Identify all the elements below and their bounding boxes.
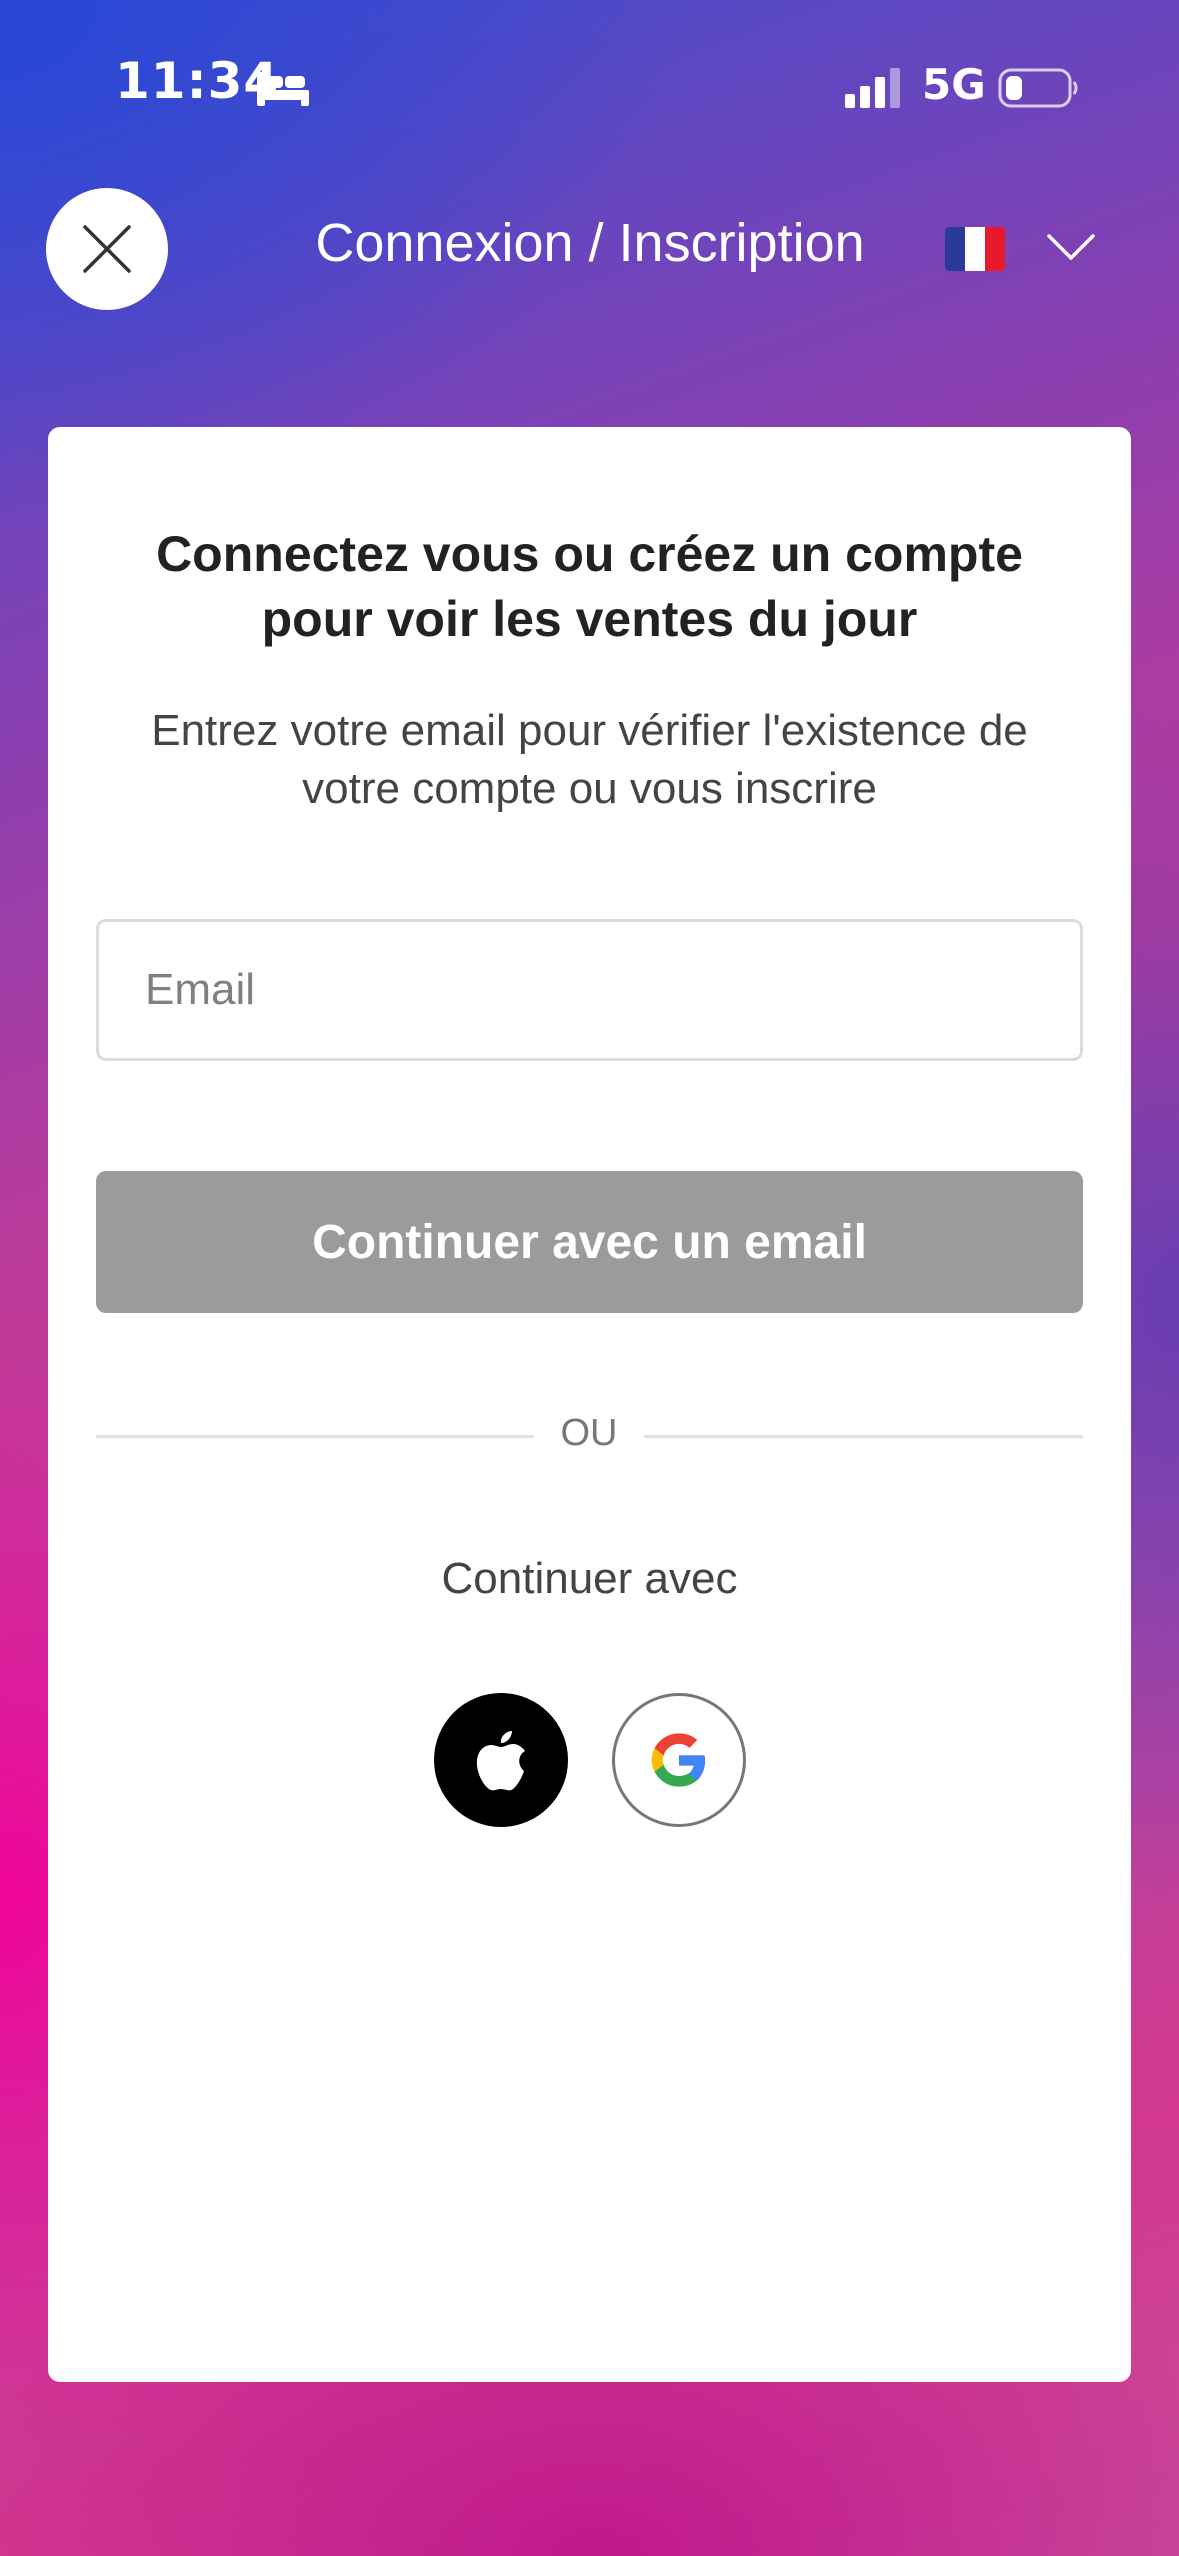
email-field[interactable] (96, 919, 1083, 1061)
close-icon (83, 225, 131, 273)
page-title: Connexion / Inscription (315, 213, 865, 273)
divider-line-left (96, 1435, 534, 1438)
language-selector[interactable] (940, 222, 1110, 282)
signal-icon (845, 68, 900, 108)
continue-with-email-button[interactable]: Continuer avec un email (96, 1171, 1083, 1313)
battery-icon (998, 68, 1078, 108)
divider-line-right (644, 1435, 1083, 1438)
apple-sign-in-button[interactable] (434, 1693, 568, 1827)
google-icon (651, 1733, 706, 1787)
network-label: 5G (922, 60, 986, 109)
apple-icon (476, 1731, 525, 1791)
card-subheading: Entrez votre email pour vérifier l'exist… (151, 706, 1028, 813)
google-sign-in-button[interactable] (612, 1693, 746, 1827)
sleep-focus-icon (257, 72, 309, 106)
chevron-down-icon (1047, 234, 1095, 260)
divider-label: OU (560, 1412, 618, 1454)
continue-with-label: Continuer avec (441, 1554, 738, 1603)
close-button[interactable] (46, 188, 168, 310)
card-heading: Connectez vous ou créez un compte pour v… (156, 526, 1023, 647)
france-flag-icon (945, 227, 1005, 271)
status-bar: 11:34 5G (0, 0, 1179, 170)
login-card: Connectez vous ou créez un compte pour v… (48, 427, 1131, 2382)
